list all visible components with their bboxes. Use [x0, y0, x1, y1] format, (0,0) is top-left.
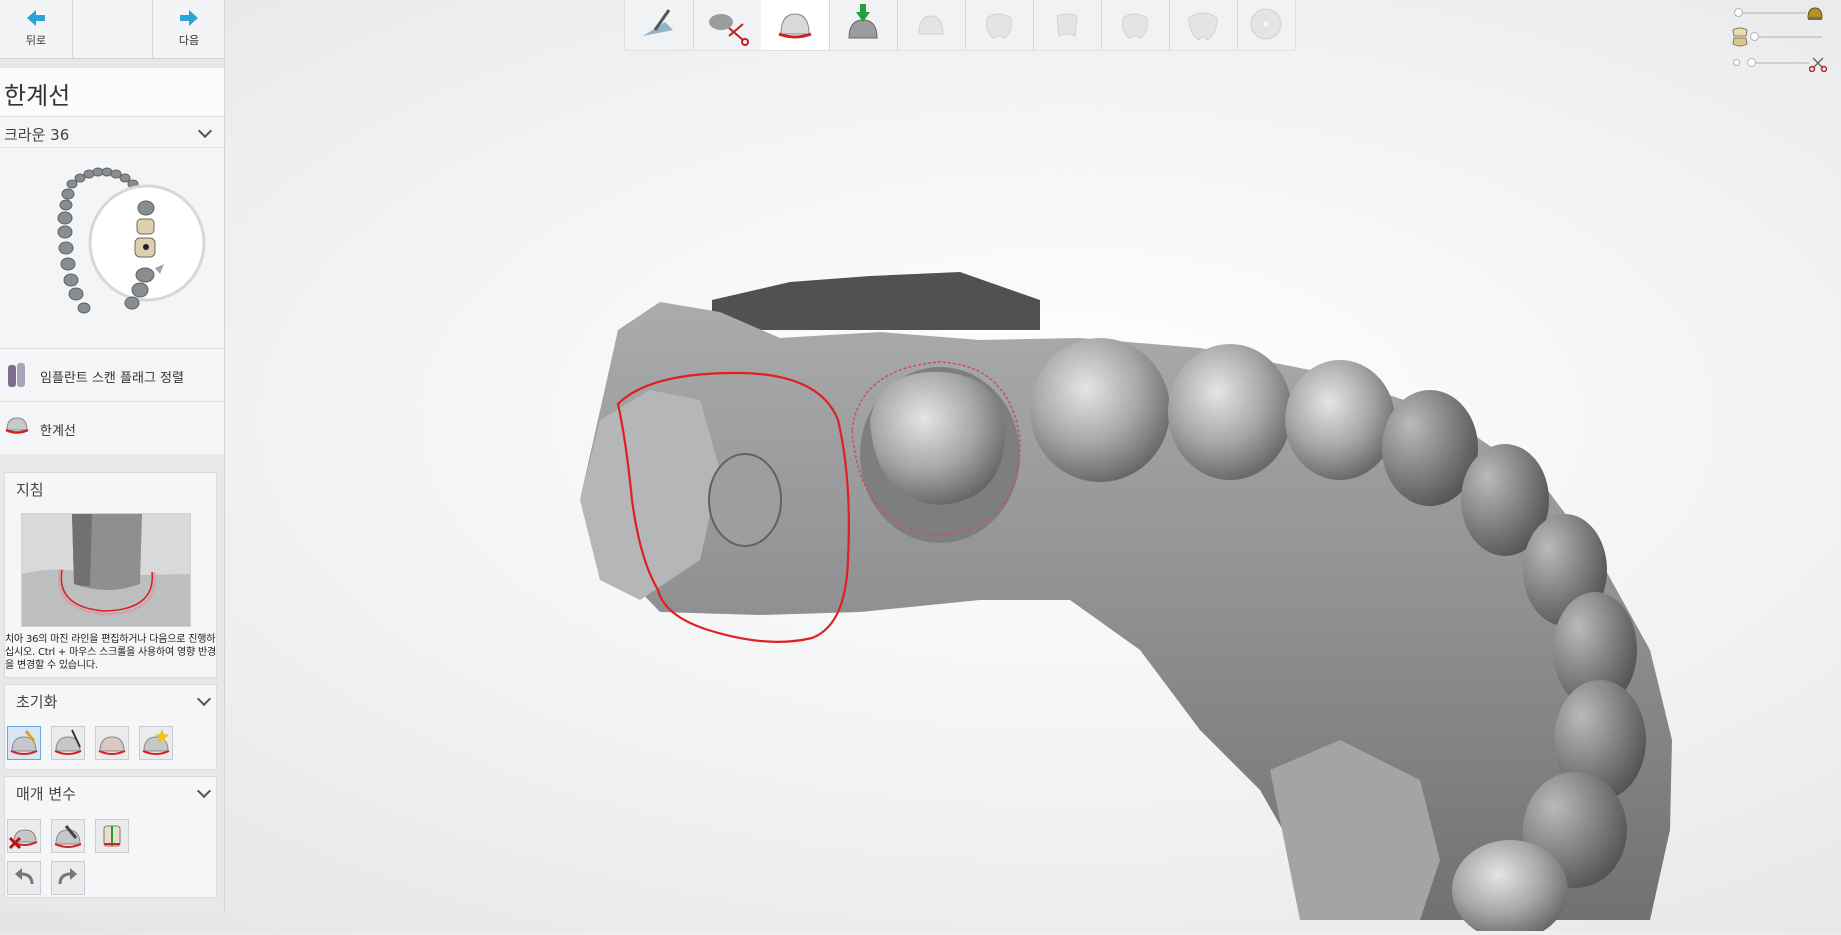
magic-margin-button[interactable]: [139, 726, 173, 760]
tooth-icon: [1056, 13, 1078, 37]
arrow-right-icon: [180, 10, 198, 26]
arrow-left-icon: [27, 10, 45, 26]
left-panel: 뒤로 다음 한계선 크라운 36 임플란트 스캔 플래그 정렬 한계선 지침 치…: [0, 0, 225, 911]
guide-text: 치아 36의 마진 라인을 편집하거나 다음으로 진행하십시오. Ctrl + …: [5, 634, 217, 671]
redo-button[interactable]: [51, 861, 85, 895]
chevron-down-icon[interactable]: [196, 783, 212, 799]
reset-heading: 초기화: [16, 693, 58, 711]
tool-step-tooth-2[interactable]: [1033, 0, 1101, 50]
jaw-opacity-slider[interactable]: [1730, 26, 1824, 48]
knife-icon: [643, 9, 673, 36]
workflow-toolbar: [624, 0, 1296, 51]
tool-step-export[interactable]: [1237, 0, 1295, 50]
dental-scan-model: [580, 272, 1672, 935]
undo-button[interactable]: [7, 861, 41, 895]
redo-icon: [58, 868, 77, 885]
tooth-icon: [1188, 12, 1218, 41]
guide-heading: 지침: [16, 481, 44, 499]
tooth-icon: [986, 13, 1012, 39]
crown-selector[interactable]: 크라운 36: [0, 117, 224, 147]
auto-detect-margin-icon: [10, 730, 38, 755]
step-label: 임플란트 스캔 플래그 정렬: [40, 371, 184, 386]
params-heading: 매개 변수: [16, 785, 76, 803]
step-margin-line[interactable]: 한계선: [0, 401, 224, 454]
tooth-chart-graphic: [57, 167, 206, 314]
page-title-bar: 한계선: [0, 68, 224, 117]
scissors-icon: [709, 14, 749, 46]
chevron-down-icon[interactable]: [196, 691, 212, 707]
reset-panel: 초기화: [4, 684, 217, 770]
crown-margin-icon: [98, 736, 126, 755]
chevron-down-icon: [197, 123, 213, 139]
tool-step-trim[interactable]: [693, 0, 761, 50]
margin-section-button[interactable]: [95, 819, 129, 853]
tool-step-insertion[interactable]: [829, 0, 897, 50]
step-label: 한계선: [40, 424, 76, 439]
tool-step-tooth-4[interactable]: [1169, 0, 1237, 50]
undo-icon: [15, 868, 34, 885]
back-label: 뒤로: [25, 34, 47, 47]
nav-bar: 뒤로 다음: [0, 0, 224, 59]
margin-crown-icon: [778, 13, 812, 39]
tooth-chart[interactable]: [0, 148, 224, 348]
margin-line-icon: [5, 417, 29, 434]
draw-margin-button[interactable]: [51, 726, 85, 760]
step-implant-scan-flag[interactable]: 임플란트 스캔 플래그 정렬: [0, 348, 224, 401]
params-panel: 매개 변수: [4, 776, 217, 898]
tooth-icon: [1122, 13, 1148, 39]
auto-detect-margin-button[interactable]: [7, 726, 41, 760]
guide-panel: 지침 치아 36의 마진 라인을 편집하거나 다음으로 진행하십시오. Ctrl…: [4, 472, 217, 678]
guide-illustration: [21, 513, 191, 627]
draw-margin-icon: [54, 729, 82, 755]
crown-margin-button[interactable]: [95, 726, 129, 760]
delete-margin-icon: [8, 829, 38, 850]
edit-margin-icon: [54, 825, 82, 848]
tool-step-margin[interactable]: [761, 0, 829, 50]
3d-viewport[interactable]: [225, 50, 1841, 935]
next-button[interactable]: 다음: [152, 0, 225, 58]
tooth-pair-icon: [1732, 27, 1748, 47]
next-label: 다음: [178, 34, 200, 47]
crown-opacity-slider[interactable]: [1732, 4, 1824, 24]
magic-margin-icon: [142, 729, 170, 755]
scan-flag-icon: [8, 363, 25, 387]
delete-margin-button[interactable]: [7, 819, 41, 853]
abutment-icon: [918, 15, 944, 35]
crown-selector-label: 크라운 36: [4, 126, 70, 144]
tool-step-tooth-1[interactable]: [965, 0, 1033, 50]
page-title: 한계선: [4, 82, 71, 110]
margin-section-icon: [103, 825, 121, 847]
back-button[interactable]: 뒤로: [0, 0, 73, 58]
tool-step-abutment[interactable]: [897, 0, 965, 50]
disc-icon: [1250, 8, 1282, 40]
edit-margin-button[interactable]: [51, 819, 85, 853]
tool-step-tooth-3[interactable]: [1101, 0, 1169, 50]
crown-icon: [1807, 7, 1823, 20]
tool-step-preparation[interactable]: [625, 0, 693, 50]
insertion-axis-icon: [848, 4, 878, 39]
